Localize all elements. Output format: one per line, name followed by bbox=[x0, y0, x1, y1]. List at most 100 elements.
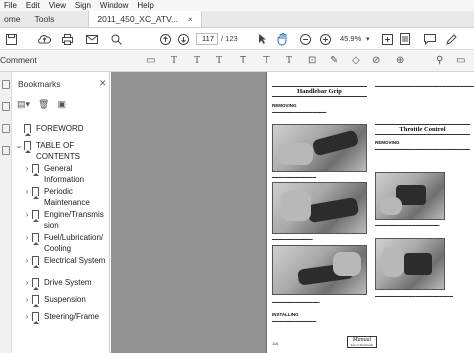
tab-tools[interactable]: Tools bbox=[31, 11, 65, 27]
menu-help[interactable]: Help bbox=[133, 1, 158, 10]
body-text-block: ▬▬▬▬▬▬▬▬▬▬▬▬▬▬▬▬▬▬▬▬▬▬▬▬▬▬▬▬▬▬▬ bbox=[375, 84, 474, 88]
draw-icon[interactable]: ✎ bbox=[330, 55, 338, 66]
layers-icon[interactable] bbox=[2, 146, 10, 155]
bookmark-engine-transmission[interactable]: › Engine/Transmission bbox=[22, 209, 106, 231]
save-icon[interactable] bbox=[6, 32, 17, 46]
bookmark-icon bbox=[32, 295, 39, 307]
bookmark-table-of-contents[interactable]: ⌄ TABLE OF CONTENTS bbox=[14, 140, 98, 162]
chevron-right-icon[interactable]: › bbox=[22, 232, 32, 243]
fit-icon[interactable] bbox=[382, 32, 393, 46]
bookmark-periodic-maintenance[interactable]: › Periodic Maintenance bbox=[22, 186, 106, 208]
bookmark-steering-frame[interactable]: › Steering/Frame bbox=[22, 311, 106, 324]
page-up-icon[interactable] bbox=[160, 32, 171, 46]
pin-icon[interactable]: ⚲ bbox=[436, 55, 443, 66]
page-thumbnails-icon[interactable] bbox=[2, 80, 10, 89]
body-text-block: ▬▬▬▬▬▬▬▬▬▬▬▬▬▬ bbox=[272, 300, 320, 304]
page-total: / 123 bbox=[221, 34, 238, 43]
menu-view[interactable]: View bbox=[45, 1, 71, 10]
watermark-logo: Manual Sets of Downloads bbox=[347, 336, 377, 348]
chevron-right-icon[interactable]: › bbox=[22, 255, 32, 266]
section-title-handlebar-grip: Handlebar Grip bbox=[272, 86, 367, 97]
tab-document[interactable]: 2011_450_XC_ATV... × bbox=[88, 11, 202, 27]
replace-text-icon[interactable]: ⊤ bbox=[262, 55, 271, 66]
menu-window[interactable]: Window bbox=[96, 1, 133, 10]
subheading-removing: REMOVING bbox=[272, 103, 297, 108]
page-down-icon[interactable] bbox=[178, 32, 189, 46]
body-text-block: ▬▬▬▬▬▬▬▬▬▬▬▬▬▬▬▬▬▬▬ bbox=[375, 223, 440, 227]
new-bookmark-icon[interactable]: ▣ bbox=[57, 99, 66, 110]
bookmark-foreword[interactable]: FOREWORD bbox=[14, 123, 98, 136]
strikethrough-icon[interactable]: T bbox=[194, 55, 200, 66]
chevron-right-icon[interactable]: › bbox=[22, 209, 32, 220]
scroll-icon[interactable] bbox=[400, 32, 410, 46]
upload-icon[interactable] bbox=[38, 32, 51, 46]
chevron-right-icon[interactable]: › bbox=[22, 311, 32, 322]
page-number-input[interactable]: 117 bbox=[196, 33, 218, 45]
bookmark-icon bbox=[32, 233, 39, 245]
chevron-right-icon[interactable]: › bbox=[22, 163, 32, 174]
zoom-out-icon[interactable] bbox=[300, 32, 311, 46]
comment-icon[interactable] bbox=[424, 32, 436, 46]
pen-icon[interactable] bbox=[446, 32, 457, 46]
bookmark-icon bbox=[32, 187, 39, 199]
bookmark-electrical-system[interactable]: › Electrical System bbox=[22, 255, 106, 268]
bookmarks-panel: Bookmarks ✕ ▤▾ 🗑 ▣ FOREWORD ⌄ TABLE OF C… bbox=[0, 72, 110, 353]
attach-icon[interactable]: ⊘ bbox=[372, 55, 380, 66]
body-text-block: ▬▬▬▬▬▬▬▬▬▬▬▬▬ bbox=[272, 175, 317, 179]
tab-bar: ome Tools 2011_450_XC_ATV... × bbox=[0, 11, 474, 28]
options-icon[interactable]: ▤▾ bbox=[17, 99, 30, 110]
body-text-block: ▬▬▬▬▬▬▬▬▬▬▬▬ bbox=[272, 237, 313, 241]
photo-grip-removal-3 bbox=[272, 245, 367, 295]
bookmark-label: Drive System bbox=[44, 278, 92, 287]
search-icon[interactable] bbox=[111, 32, 122, 46]
print-icon[interactable] bbox=[62, 32, 73, 46]
mail-icon[interactable] bbox=[86, 32, 98, 46]
bookmark-label: Steering/Frame bbox=[44, 312, 100, 321]
stamp-icon[interactable]: ⊕ bbox=[396, 55, 404, 66]
attachments-icon[interactable] bbox=[2, 102, 10, 111]
eraser-icon[interactable]: ◇ bbox=[352, 55, 360, 66]
delete-icon[interactable]: 🗑 bbox=[38, 99, 49, 110]
text-box-icon[interactable]: T bbox=[286, 55, 292, 66]
tab-document-label: 2011_450_XC_ATV... bbox=[97, 14, 179, 24]
tab-home[interactable]: ome bbox=[0, 11, 31, 27]
close-panel-icon[interactable]: ✕ bbox=[99, 78, 107, 89]
menu-edit[interactable]: Edit bbox=[22, 1, 45, 10]
text-highlight-icon[interactable]: T bbox=[171, 55, 177, 66]
menu-file[interactable]: File bbox=[0, 1, 22, 10]
body-text-block: ▬▬▬▬▬▬▬▬▬▬▬▬▬ bbox=[272, 319, 317, 323]
more-icon[interactable]: ▭ bbox=[456, 55, 465, 66]
text-comment-icon[interactable]: ⊡ bbox=[308, 55, 316, 66]
select-arrow-icon[interactable] bbox=[258, 32, 267, 46]
bookmark-fuel-lubrication-cooling[interactable]: › Fuel/Lubrication/Cooling bbox=[22, 232, 106, 254]
bookmark-icon bbox=[32, 256, 39, 268]
sticky-note-icon[interactable]: ▭ bbox=[146, 55, 155, 66]
document-viewer[interactable]: Handlebar Grip REMOVING ▬▬▬▬▬▬▬▬▬▬▬▬▬▬▬▬… bbox=[111, 72, 474, 353]
photo-grip-removal-1 bbox=[272, 124, 367, 172]
underline-icon[interactable]: T bbox=[216, 55, 222, 66]
bookmark-icon bbox=[32, 312, 39, 324]
bookmark-label: FOREWORD bbox=[36, 124, 84, 133]
menu-sign[interactable]: Sign bbox=[71, 1, 96, 10]
bookmarks-icon[interactable] bbox=[2, 124, 10, 133]
bookmark-suspension[interactable]: › Suspension bbox=[22, 294, 106, 307]
subheading-removing-throttle: REMOVING bbox=[375, 140, 400, 145]
bookmark-label: TABLE OF CONTENTS bbox=[36, 141, 80, 161]
hand-icon[interactable] bbox=[277, 32, 289, 46]
chevron-right-icon[interactable]: › bbox=[22, 186, 32, 197]
navigation-strip bbox=[0, 72, 12, 353]
bookmark-icon bbox=[32, 164, 39, 176]
chevron-down-icon[interactable]: ⌄ bbox=[14, 140, 24, 151]
zoom-dropdown-icon[interactable]: ▾ bbox=[366, 32, 370, 46]
bookmark-drive-system[interactable]: › Drive System bbox=[22, 277, 106, 290]
document-page: Handlebar Grip REMOVING ▬▬▬▬▬▬▬▬▬▬▬▬▬▬▬▬… bbox=[266, 72, 474, 353]
main-toolbar: 117 / 123 45.9% ▾ bbox=[0, 28, 474, 50]
comment-toolbar: Comment ▭ T T T T ⊤ T ⊡ ✎ ◇ ⊘ ⊕ ⚲ ▭ bbox=[0, 50, 474, 72]
logo-subtext: Sets of Downloads bbox=[350, 343, 374, 347]
insert-text-icon[interactable]: T bbox=[240, 55, 246, 66]
close-icon[interactable]: × bbox=[188, 15, 193, 24]
chevron-right-icon[interactable]: › bbox=[22, 277, 32, 288]
zoom-in-icon[interactable] bbox=[320, 32, 331, 46]
chevron-right-icon[interactable]: › bbox=[22, 294, 32, 305]
bookmark-general-information[interactable]: › General Information bbox=[22, 163, 106, 185]
